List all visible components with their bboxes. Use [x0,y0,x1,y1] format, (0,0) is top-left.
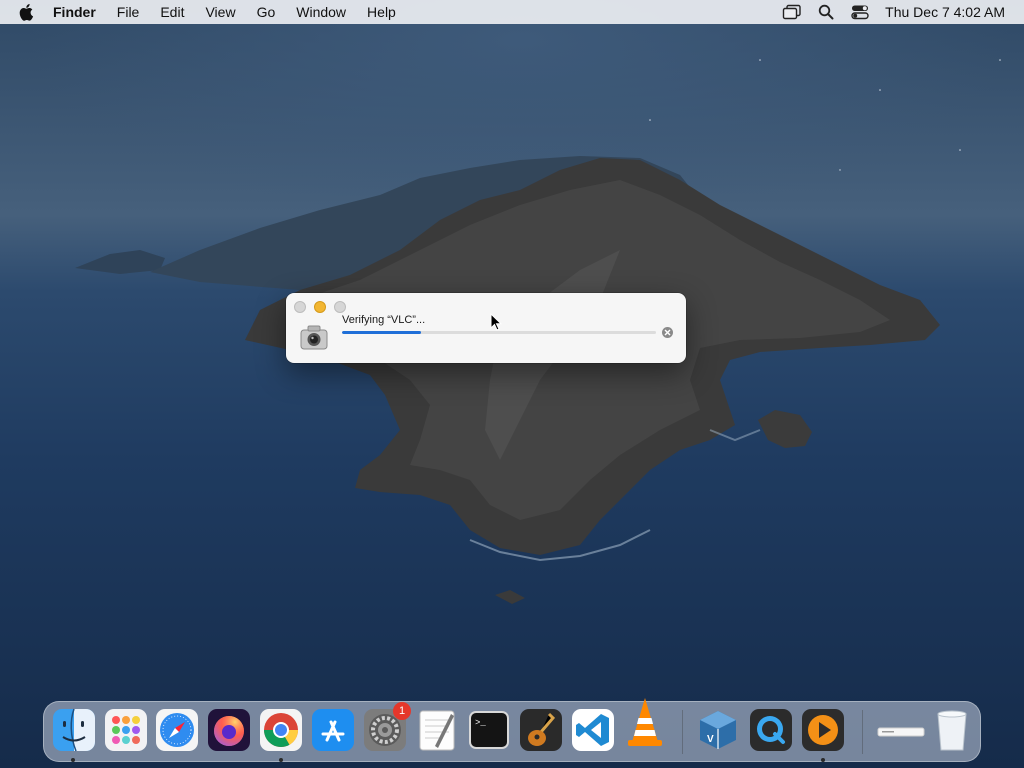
notification-badge: 1 [393,702,411,720]
dialog-title: Verifying “VLC”... [342,314,426,326]
close-button[interactable] [294,301,306,313]
dock-downloads-stack-icon[interactable] [876,708,926,752]
screen-mirroring-icon[interactable] [781,3,803,21]
dock-safari-icon[interactable] [155,708,199,752]
running-indicator [71,758,75,762]
dock-quicktime-icon[interactable] [749,708,793,752]
dock-vscode-icon[interactable] [571,708,615,752]
dock-firefox-icon[interactable] [207,708,251,752]
mouse-cursor-icon [490,312,503,331]
dock-vlc-icon[interactable] [623,696,667,752]
dock-textedit-icon[interactable] [415,708,459,752]
menu-bar: Finder File Edit View Go Window Help Thu… [0,0,1024,24]
menu-help[interactable]: Help [367,4,396,20]
dock-separator [682,710,683,754]
desktop-wallpaper [0,0,1024,768]
dock-chrome-icon[interactable] [259,708,303,752]
spotlight-search-icon[interactable] [815,3,837,21]
dock-launchpad-icon[interactable] [104,708,148,752]
dock-garageband-icon[interactable] [519,708,563,752]
menu-window[interactable]: Window [296,4,346,20]
menu-clock[interactable]: Thu Dec 7 4:02 AM [885,4,1005,20]
progress-bar [342,331,656,334]
dock-terminal-icon[interactable]: >_ [467,708,511,752]
running-indicator [279,758,283,762]
apple-logo-icon[interactable] [17,2,37,22]
zoom-button[interactable] [334,301,346,313]
svg-text:>_: >_ [475,718,486,728]
dock-trash-icon[interactable] [930,708,974,752]
menu-edit[interactable]: Edit [160,4,184,20]
dock-media-player-icon[interactable] [801,708,845,752]
menu-go[interactable]: Go [257,4,276,20]
control-center-icon[interactable] [849,3,871,21]
dock-virtualbox-icon[interactable]: V [696,708,740,752]
dock-app-store-icon[interactable] [311,708,355,752]
cancel-stop-button[interactable] [662,327,673,338]
dock-system-preferences-icon[interactable]: 1 [363,702,411,752]
verifying-dialog: Verifying “VLC”... [286,293,686,363]
security-camera-icon [299,322,329,352]
dock-separator [862,710,863,754]
menu-file[interactable]: File [117,4,140,20]
dock: 1 >_ V [43,698,981,762]
menu-app-name[interactable]: Finder [53,4,96,20]
running-indicator [821,758,825,762]
window-controls [294,301,346,313]
menu-view[interactable]: View [205,4,235,20]
minimize-button[interactable] [314,301,326,313]
dock-finder-icon[interactable] [52,708,96,752]
progress-fill [342,331,421,334]
svg-text:V: V [707,734,714,745]
